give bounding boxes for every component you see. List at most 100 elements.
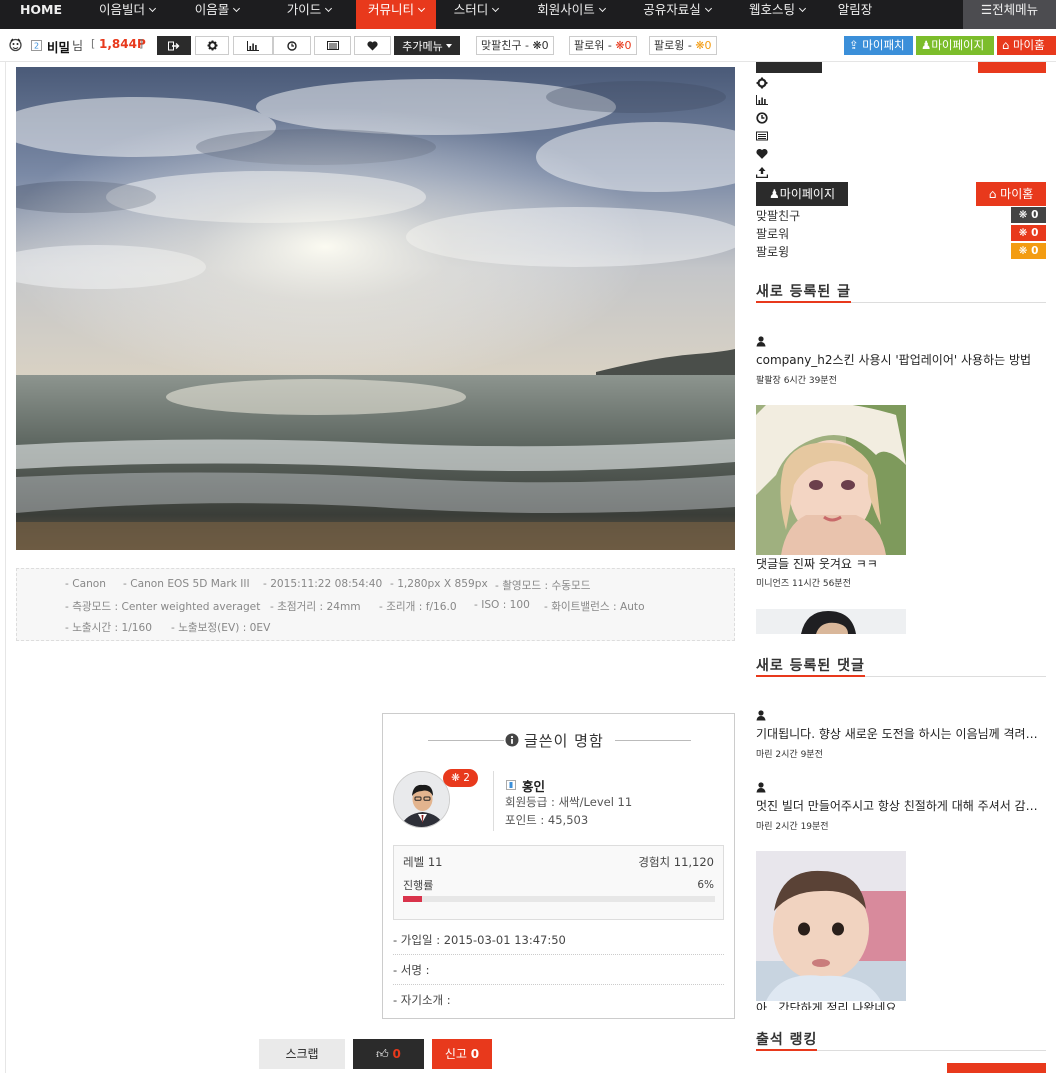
home-icon: ⌂ (1002, 38, 1010, 52)
comment-thumbnail[interactable] (756, 851, 906, 1001)
post-thumbnail[interactable] (756, 405, 906, 555)
nav-item[interactable]: 스터디 (436, 0, 516, 29)
settings-button[interactable] (195, 36, 229, 55)
all-menu-button[interactable]: ☰전체메뉴 (963, 0, 1056, 29)
follower-count-button[interactable]: 팔로워 - ❋0 (569, 36, 637, 55)
memo-button[interactable] (314, 36, 351, 55)
stats-button[interactable] (233, 36, 273, 55)
like-count: 0 (392, 1047, 401, 1061)
signature: - 서명 : (393, 963, 430, 977)
friend-label: 맞팔친구 - (481, 39, 533, 52)
nav-item[interactable]: 이음몰 (172, 0, 262, 29)
join-date: - 가입일 : 2015-03-01 13:47:50 (393, 933, 566, 947)
sidebar-mypage-label: 마이페이지 (779, 187, 835, 201)
sidebar-follower-label[interactable]: 팔로워 (756, 225, 789, 242)
sidebar-friend-count[interactable]: ❋ 0 (1011, 207, 1046, 223)
post-thumbnail[interactable] (756, 609, 906, 634)
paw-icon: ❋ (532, 39, 542, 52)
new-comments-title-text: 새로 등록된 댓글 (756, 655, 865, 677)
list-icon[interactable] (756, 130, 768, 142)
like-button[interactable]: 👍︎ 0 (353, 1039, 424, 1069)
exp-text: 경험치 11,120 (638, 855, 714, 869)
sidebar-friend-label[interactable]: 맞팔친구 (756, 207, 800, 224)
post-meta: 팔팔장 6시간 39분전 (756, 376, 837, 386)
myhome-button[interactable]: ⌂ 마이홈 (997, 36, 1056, 55)
self-intro: - 자기소개 : (393, 993, 451, 1007)
bar-chart-icon[interactable] (756, 94, 768, 106)
paw-icon: ❋ (451, 772, 460, 784)
follower-count: 0 (624, 39, 632, 52)
logout-icon (168, 41, 180, 50)
username[interactable]: 비밀 (47, 37, 70, 56)
post-title[interactable]: 댓글들 진짜 웃겨요 ㅋㅋ (756, 555, 1046, 572)
nav-item[interactable]: 가이드 (262, 0, 356, 29)
author-avatar[interactable] (393, 771, 450, 828)
post-title[interactable]: company_h2스킨 사용시 '팝업레이어' 사용하는 방법 (756, 351, 1046, 368)
nav-item[interactable]: 웹호스팅 (728, 0, 826, 29)
sidebar-follower-count[interactable]: ❋ 0 (1011, 225, 1046, 241)
nav-item[interactable]: 알림장 (826, 0, 884, 29)
nav-item[interactable]: 이음빌더 (82, 0, 172, 29)
level-icon (506, 780, 516, 790)
gear-icon[interactable] (756, 77, 768, 89)
report-button[interactable]: 신고 0 (432, 1039, 492, 1069)
exif-item: - ISO : 100 (474, 599, 530, 611)
logout-button[interactable] (157, 36, 191, 55)
sidebar-mypage-button[interactable]: ♟마이페이지 (756, 182, 848, 206)
paw-icon: ❋ (1018, 227, 1028, 239)
mypatch-button[interactable]: ⇪ 마이패치 (844, 36, 913, 55)
paw-icon: ❋ (695, 39, 705, 52)
heart-icon[interactable] (756, 148, 768, 160)
scrap-button[interactable]: 스크랩 (259, 1039, 345, 1069)
nav-item[interactable]: 공유자료실 (626, 0, 728, 29)
favorites-button[interactable] (354, 36, 391, 55)
report-count: 0 (470, 1047, 480, 1061)
nav-item[interactable]: HOME (0, 0, 82, 29)
points-open-bracket: [ (91, 37, 96, 50)
follower-label: 팔로워 - (574, 39, 616, 52)
sidebar-friend-count-value: 0 (1031, 209, 1039, 221)
progress-fill (403, 896, 422, 902)
nav-item-label: 이음몰 (194, 2, 230, 17)
exif-item: - 1,280px X 859px (390, 578, 488, 590)
list-icon (326, 41, 339, 50)
comment-text[interactable]: 아.. 간단하게 정리 나왔네요 (756, 1001, 1046, 1010)
sidebar-follower-count-value: 0 (1031, 227, 1039, 239)
friend-count-button[interactable]: 맞팔친구 - ❋0 (476, 36, 554, 55)
svg-text:2: 2 (34, 42, 39, 51)
comment-text[interactable]: 멋진 빌더 만들어주시고 항상 친절하게 대해 주셔서 감사합니다 (756, 797, 1046, 814)
more-menu-button[interactable]: 추가메뉴 (394, 36, 460, 55)
attendance-button[interactable] (947, 1063, 1046, 1073)
following-count: 0 (704, 39, 712, 52)
sidebar-logout-button[interactable] (756, 62, 822, 73)
upload-icon[interactable] (756, 166, 768, 178)
comment-text[interactable]: 기대됩니다. 향상 새로운 도전을 하시는 이음님께 격려를 보냅니다 (756, 725, 1046, 742)
exif-item: - 화이트밸런스 : Auto (544, 601, 645, 613)
user-icon (756, 710, 766, 721)
sidebar-myhome-top-button[interactable] (978, 62, 1046, 73)
card-title: 글쓴이 명함 (524, 732, 604, 750)
sidebar-myhome-button[interactable]: ⌂ 마이홈 (976, 182, 1046, 206)
post-meta: 미니언즈 11시간 56분전 (756, 579, 851, 589)
author-name[interactable]: 홍인 (522, 776, 545, 795)
nav-item[interactable]: 커뮤니티 (356, 0, 436, 29)
new-posts-title-text: 새로 등록된 글 (756, 281, 852, 303)
caret-down-icon (445, 43, 452, 48)
sidebar-myhome-label: 마이홈 (1000, 187, 1034, 201)
new-comments-title: 새로 등록된 댓글 (756, 655, 1046, 677)
paw-icon: ❋ (1018, 245, 1028, 257)
mypage-button[interactable]: ♟마이페이지 (916, 36, 994, 55)
history-button[interactable] (273, 36, 311, 55)
right-sidebar: ♟마이페이지 ⌂ 마이홈 맞팔친구 ❋ 0 팔로워 ❋ 0 팔로윙 ❋ 0 새로… (756, 62, 1046, 1073)
chevron-down-icon (704, 4, 712, 13)
progress-track (403, 896, 715, 902)
clock-icon[interactable] (756, 112, 768, 124)
attendance-title-text: 출석 랭킹 (756, 1029, 818, 1051)
sidebar-following-count[interactable]: ❋ 0 (1011, 243, 1046, 259)
nav-item-label: 스터디 (453, 2, 489, 17)
following-count-button[interactable]: 팔로윙 - ❋0 (649, 36, 717, 55)
sidebar-following-label[interactable]: 팔로윙 (756, 243, 789, 260)
nav-item-label: 알림장 (837, 2, 873, 17)
friend-count: 0 (541, 39, 549, 52)
nav-item[interactable]: 회원사이트 (516, 0, 626, 29)
